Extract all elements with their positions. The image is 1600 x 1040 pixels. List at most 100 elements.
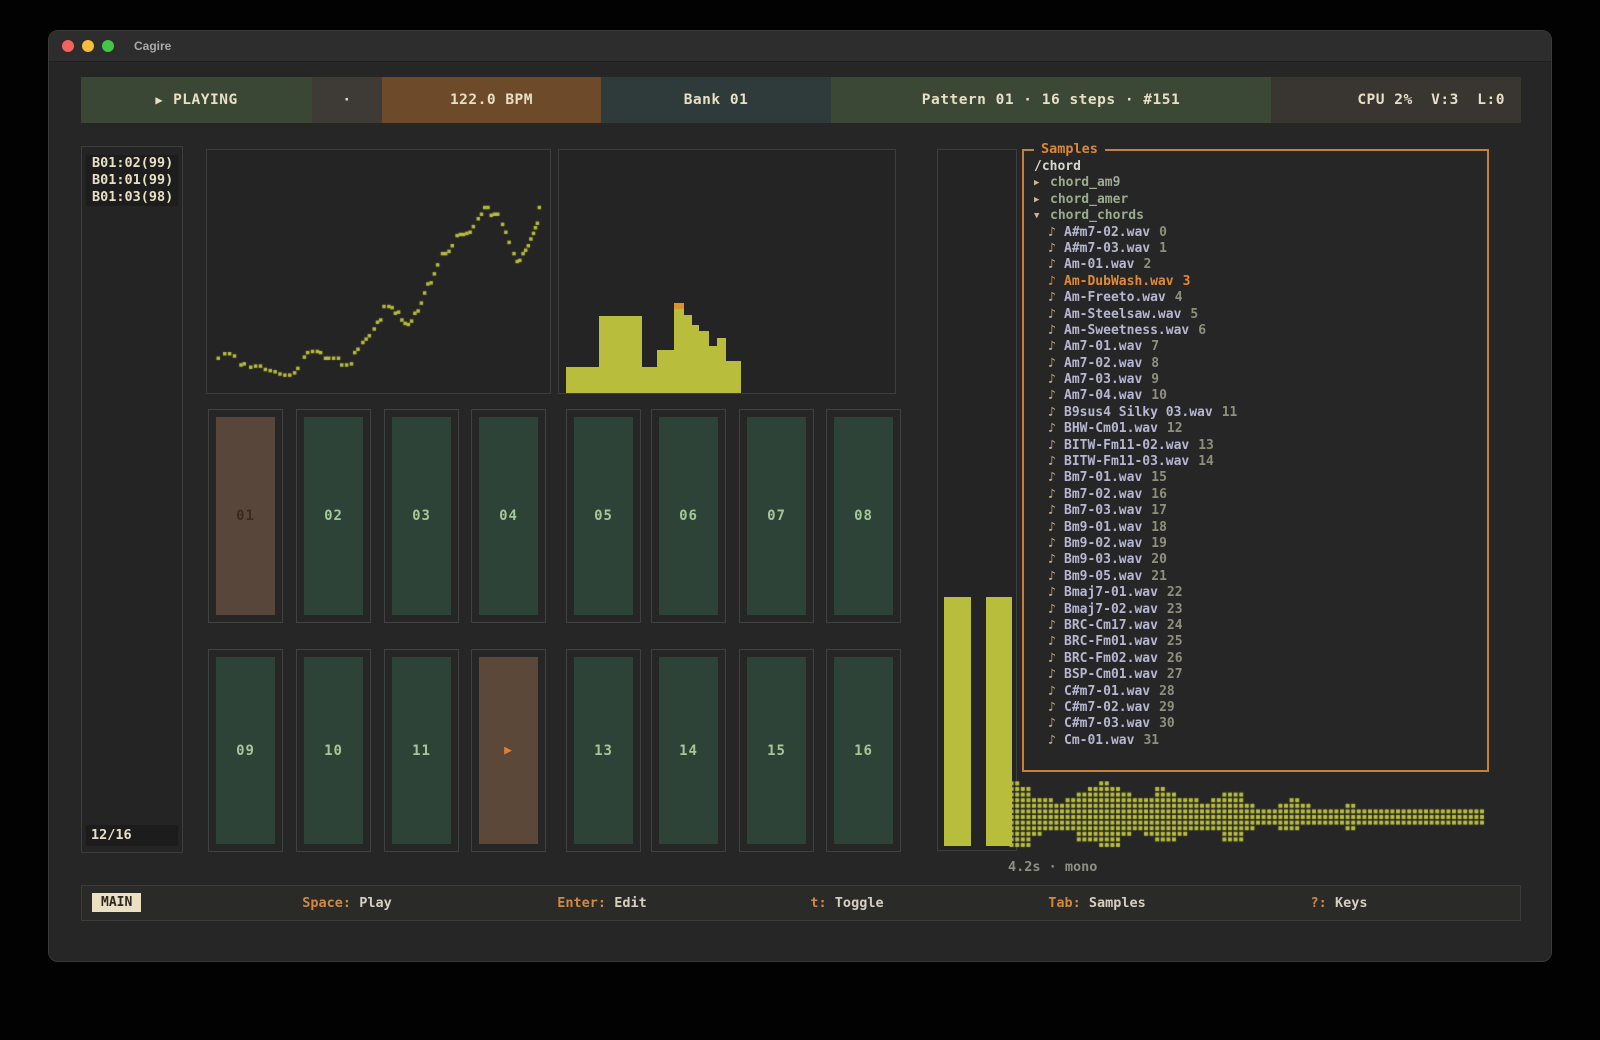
sample-file-row[interactable]: ♪Am7-04.wav10 xyxy=(1034,388,1483,404)
sample-file-row[interactable]: ♪Am-Sweetness.wav6 xyxy=(1034,323,1483,339)
pad-surface: 13 xyxy=(574,657,633,844)
sample-file-index: 29 xyxy=(1159,700,1175,716)
shortcut-space: Space: Play xyxy=(302,895,391,911)
folder-row-chord_amer[interactable]: ▶chord_amer xyxy=(1034,192,1483,208)
sample-browser-list: /chord▶chord_am9▶chord_amer▼chord_chords… xyxy=(1024,151,1487,749)
sample-file-index: 14 xyxy=(1198,454,1214,470)
shortcut-enter: Enter: Edit xyxy=(557,895,646,911)
sample-file-row[interactable]: ♪BSP-Cm01.wav27 xyxy=(1034,667,1483,683)
sample-file-name: Am-Freeto.wav xyxy=(1064,290,1166,306)
note-icon: ♪ xyxy=(1048,602,1064,618)
sample-file-row[interactable]: ♪Bm9-05.wav21 xyxy=(1034,569,1483,585)
sample-file-row[interactable]: ♪C#m7-02.wav29 xyxy=(1034,700,1483,716)
title-bar: Cagire xyxy=(49,31,1551,62)
pattern-display: Pattern 01 · 16 steps · #151 xyxy=(831,77,1271,123)
close-icon[interactable] xyxy=(62,40,74,52)
sample-file-row[interactable]: ♪Am7-03.wav9 xyxy=(1034,372,1483,388)
sample-browser-title: Samples xyxy=(1034,141,1105,157)
shortcut-action: Samples xyxy=(1081,895,1146,911)
note-icon: ♪ xyxy=(1048,618,1064,634)
sample-file-row[interactable]: ♪A#m7-02.wav0 xyxy=(1034,225,1483,241)
pad-02[interactable]: 02 xyxy=(296,409,371,623)
sample-file-name: Bm7-02.wav xyxy=(1064,487,1142,503)
note-icon: ♪ xyxy=(1048,700,1064,716)
pad-01[interactable]: 01 xyxy=(208,409,283,623)
histogram-bar xyxy=(674,303,684,393)
pad-06[interactable]: 06 xyxy=(651,409,726,623)
note-events-panel: B01:02(99)B01:01(99)B01:03(98) 12/16 xyxy=(81,146,183,853)
maximize-icon[interactable] xyxy=(102,40,114,52)
sample-file-index: 28 xyxy=(1159,684,1175,700)
pad-10[interactable]: 10 xyxy=(296,649,371,852)
sample-file-row[interactable]: ♪BITW-Fm11-03.wav14 xyxy=(1034,454,1483,470)
sample-file-row[interactable]: ♪C#m7-01.wav28 xyxy=(1034,684,1483,700)
sample-file-name: BRC-Fm02.wav xyxy=(1064,651,1158,667)
sample-file-row[interactable]: ♪B9sus4 Silky 03.wav11 xyxy=(1034,405,1483,421)
histogram-bar xyxy=(642,367,657,393)
sample-file-name: A#m7-03.wav xyxy=(1064,241,1150,257)
sample-file-row[interactable]: ♪BRC-Cm17.wav24 xyxy=(1034,618,1483,634)
folder-toggle-icon[interactable]: ▶ xyxy=(1034,192,1050,208)
sample-file-row[interactable]: ♪Bm9-03.wav20 xyxy=(1034,552,1483,568)
folder-row-chord_am9[interactable]: ▶chord_am9 xyxy=(1034,175,1483,191)
pad-16[interactable]: 16 xyxy=(826,649,901,852)
pad-13[interactable]: 13 xyxy=(566,649,641,852)
sample-file-row[interactable]: ♪Bm7-02.wav16 xyxy=(1034,487,1483,503)
transport-bar: ▶ PLAYING · 122.0 BPM Bank 01 Pattern 01… xyxy=(81,77,1521,123)
pad-15[interactable]: 15 xyxy=(739,649,814,852)
pad-09[interactable]: 09 xyxy=(208,649,283,852)
folder-toggle-icon[interactable]: ▼ xyxy=(1034,208,1050,224)
sample-file-row[interactable]: ♪Am-Freeto.wav4 xyxy=(1034,290,1483,306)
sample-file-row[interactable]: ♪A#m7-03.wav1 xyxy=(1034,241,1483,257)
sample-file-row[interactable]: ♪Bmaj7-02.wav23 xyxy=(1034,602,1483,618)
sample-file-row[interactable]: ♪Am7-02.wav8 xyxy=(1034,356,1483,372)
note-icon: ♪ xyxy=(1048,438,1064,454)
sample-file-row[interactable]: ♪Bm7-03.wav17 xyxy=(1034,503,1483,519)
sample-file-row[interactable]: ♪Am-Steelsaw.wav5 xyxy=(1034,307,1483,323)
histogram-bar xyxy=(692,325,699,393)
sample-file-index: 22 xyxy=(1167,585,1183,601)
sample-file-name: BRC-Cm17.wav xyxy=(1064,618,1158,634)
sample-file-index: 6 xyxy=(1198,323,1206,339)
shortcut-key: Tab: xyxy=(1048,895,1081,911)
transport-playing-segment[interactable]: ▶ PLAYING xyxy=(81,77,312,123)
histogram-peak-tip xyxy=(674,303,684,309)
folder-toggle-icon[interactable]: ▶ xyxy=(1034,175,1050,191)
note-event: B01:02(99) xyxy=(86,155,178,172)
sample-file-index: 16 xyxy=(1151,487,1167,503)
sample-file-row[interactable]: ♪Am-DubWash.wav3 xyxy=(1034,274,1483,290)
pad-07[interactable]: 07 xyxy=(739,409,814,623)
folder-name: chord_am9 xyxy=(1050,175,1120,191)
folder-row-chord_chords[interactable]: ▼chord_chords xyxy=(1034,208,1483,224)
melody-scatter-panel xyxy=(206,149,551,394)
sample-file-row[interactable]: ♪Bm9-01.wav18 xyxy=(1034,520,1483,536)
sample-file-row[interactable]: ♪Bmaj7-01.wav22 xyxy=(1034,585,1483,601)
sample-file-row[interactable]: ♪BRC-Fm01.wav25 xyxy=(1034,634,1483,650)
pad-03[interactable]: 03 xyxy=(384,409,459,623)
pad-surface: 10 xyxy=(304,657,363,844)
spectrum-histogram xyxy=(558,149,896,394)
pad-14[interactable]: 14 xyxy=(651,649,726,852)
pad-04[interactable]: 04 xyxy=(471,409,546,623)
bank-display: Bank 01 xyxy=(601,77,831,123)
minimize-icon[interactable] xyxy=(82,40,94,52)
pad-05[interactable]: 05 xyxy=(566,409,641,623)
pad-surface: 01 xyxy=(216,417,275,615)
sample-file-row[interactable]: ♪Am-01.wav2 xyxy=(1034,257,1483,273)
pad-12[interactable]: ▶ xyxy=(471,649,546,852)
sample-file-row[interactable]: ♪BHW-Cm01.wav12 xyxy=(1034,421,1483,437)
sample-file-name: BITW-Fm11-03.wav xyxy=(1064,454,1189,470)
sample-file-index: 25 xyxy=(1167,634,1183,650)
sample-file-row[interactable]: ♪Bm7-01.wav15 xyxy=(1034,470,1483,486)
sample-file-row[interactable]: ♪Am7-01.wav7 xyxy=(1034,339,1483,355)
sample-file-row[interactable]: ♪BITW-Fm11-02.wav13 xyxy=(1034,438,1483,454)
note-icon: ♪ xyxy=(1048,585,1064,601)
sample-file-row[interactable]: ♪BRC-Fm02.wav26 xyxy=(1034,651,1483,667)
sample-file-row[interactable]: ♪Cm-01.wav31 xyxy=(1034,733,1483,749)
pad-08[interactable]: 08 xyxy=(826,409,901,623)
sample-file-row[interactable]: ♪C#m7-03.wav30 xyxy=(1034,716,1483,732)
pad-11[interactable]: 11 xyxy=(384,649,459,852)
sample-file-row[interactable]: ♪Bm9-02.wav19 xyxy=(1034,536,1483,552)
cpu-status: CPU 2% V:3 L:0 xyxy=(1271,77,1521,123)
sample-file-name: Am-01.wav xyxy=(1064,257,1134,273)
